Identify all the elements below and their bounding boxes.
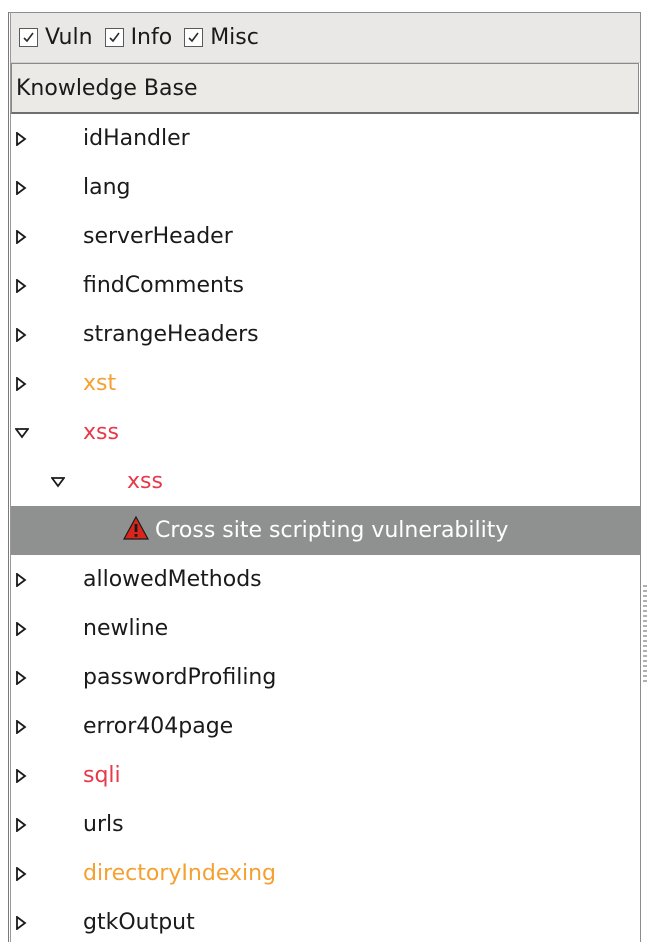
tree-row[interactable]: idHandler bbox=[11, 114, 640, 163]
filter-info[interactable]: Info bbox=[104, 25, 173, 50]
tree-row-text: findComments bbox=[83, 273, 245, 298]
collapsed-arrow-icon[interactable] bbox=[15, 653, 27, 702]
tree-row[interactable]: gtkOutput bbox=[11, 898, 640, 947]
collapsed-arrow-icon[interactable] bbox=[15, 800, 27, 849]
tree-row[interactable]: passwordProfiling bbox=[11, 653, 640, 702]
tree-row[interactable]: strangeHeaders bbox=[11, 310, 640, 359]
knowledge-base-tree: idHandler lang serverHeader findComments str… bbox=[11, 114, 640, 947]
collapsed-arrow-icon[interactable] bbox=[15, 163, 27, 212]
tree-row[interactable]: serverHeader bbox=[11, 212, 640, 261]
tree-row-label: strangeHeaders bbox=[83, 310, 259, 359]
filter-label: Info bbox=[130, 25, 173, 50]
vuln-checkbox[interactable] bbox=[19, 28, 38, 47]
collapsed-arrow-icon[interactable] bbox=[15, 751, 27, 800]
misc-checkbox[interactable] bbox=[184, 28, 204, 47]
tree-row-label: allowedMethods bbox=[83, 555, 262, 604]
tree-row-label: findComments bbox=[83, 261, 244, 310]
tree-row[interactable]: directoryIndexing bbox=[11, 849, 640, 898]
expanded-arrow-icon[interactable] bbox=[51, 457, 65, 506]
tree-row-text: passwordProfiling bbox=[83, 665, 277, 690]
warning-icon bbox=[122, 515, 150, 546]
tree-row-text: xst bbox=[83, 371, 117, 396]
filter-label: Vuln bbox=[45, 25, 93, 50]
tree-row-label: xst bbox=[83, 359, 116, 408]
tree-row[interactable]: xss bbox=[11, 457, 640, 506]
tree-row-text: idHandler bbox=[83, 126, 190, 151]
tree-row-label: Cross site scripting vulnerability bbox=[122, 506, 509, 555]
tree-row[interactable]: urls bbox=[11, 800, 640, 849]
checkmark-icon bbox=[188, 32, 199, 43]
tree-row[interactable]: lang bbox=[11, 163, 640, 212]
expanded-arrow-icon[interactable] bbox=[15, 408, 29, 457]
pane-resize-handle[interactable] bbox=[643, 585, 647, 685]
tree-row-text: serverHeader bbox=[83, 224, 233, 249]
filter-vuln[interactable]: Vuln bbox=[19, 25, 93, 50]
tree-row-label: urls bbox=[83, 800, 124, 849]
tree-row-text: directoryIndexing bbox=[83, 861, 277, 886]
tree-row[interactable]: xss bbox=[11, 408, 640, 457]
tree-row-text: xss bbox=[83, 420, 119, 445]
panel-right-border bbox=[640, 12, 641, 942]
collapsed-arrow-icon[interactable] bbox=[15, 555, 27, 604]
filter-bar: Vuln Info Misc bbox=[11, 13, 640, 63]
tree-row-label: gtkOutput bbox=[83, 898, 195, 947]
tree-leaf-row[interactable]: Cross site scripting vulnerability bbox=[11, 506, 640, 555]
tree-row[interactable]: error404page bbox=[11, 702, 640, 751]
tree-row-text: urls bbox=[83, 812, 124, 837]
tree-row-label: idHandler bbox=[83, 114, 190, 163]
info-checkbox[interactable] bbox=[104, 28, 124, 47]
tree-row-text: gtkOutput bbox=[83, 910, 195, 935]
collapsed-arrow-icon[interactable] bbox=[15, 359, 27, 408]
tree-row[interactable]: newline bbox=[11, 604, 640, 653]
collapsed-arrow-icon[interactable] bbox=[15, 898, 27, 947]
tree-row-label: directoryIndexing bbox=[83, 849, 276, 898]
tree-row-text: error404page bbox=[83, 714, 234, 739]
tree-row-text: sqli bbox=[83, 763, 121, 788]
tree-row[interactable]: sqli bbox=[11, 751, 640, 800]
tree-row-label: serverHeader bbox=[83, 212, 233, 261]
collapsed-arrow-icon[interactable] bbox=[15, 702, 27, 751]
collapsed-arrow-icon[interactable] bbox=[15, 310, 27, 359]
panel-left-border bbox=[8, 12, 9, 942]
collapsed-arrow-icon[interactable] bbox=[15, 604, 27, 653]
collapsed-arrow-icon[interactable] bbox=[15, 261, 27, 310]
filter-label: Misc bbox=[210, 25, 259, 50]
tree-row-label: xss bbox=[127, 457, 163, 506]
tree-row-text: strangeHeaders bbox=[83, 322, 259, 347]
collapsed-arrow-icon[interactable] bbox=[15, 849, 27, 898]
filter-misc[interactable]: Misc bbox=[184, 25, 259, 50]
column-header-knowledge-base[interactable]: Knowledge Base bbox=[11, 63, 639, 114]
tree-row-text: lang bbox=[83, 175, 131, 200]
tree-row-text: Cross site scripting vulnerability bbox=[155, 518, 509, 543]
tree-row-label: error404page bbox=[83, 702, 233, 751]
tree-row-label: lang bbox=[83, 163, 131, 212]
collapsed-arrow-icon[interactable] bbox=[15, 212, 27, 261]
tree-row-text: newline bbox=[83, 616, 169, 641]
tree-row[interactable]: findComments bbox=[11, 261, 640, 310]
collapsed-arrow-icon[interactable] bbox=[15, 114, 27, 163]
tree-row-label: sqli bbox=[83, 751, 121, 800]
tree-row[interactable]: xst bbox=[11, 359, 640, 408]
tree-row-text: allowedMethods bbox=[83, 567, 262, 592]
knowledge-base-panel: Vuln Info Misc Knowledge Base idHandler l… bbox=[0, 0, 649, 942]
tree-row[interactable]: allowedMethods bbox=[11, 555, 640, 604]
tree-row-label: xss bbox=[83, 408, 119, 457]
tree-row-text: xss bbox=[127, 469, 163, 494]
checkmark-icon bbox=[108, 32, 120, 43]
checkmark-icon bbox=[23, 32, 34, 43]
tree-row-label: passwordProfiling bbox=[83, 653, 276, 702]
tree-row-label: newline bbox=[83, 604, 168, 653]
